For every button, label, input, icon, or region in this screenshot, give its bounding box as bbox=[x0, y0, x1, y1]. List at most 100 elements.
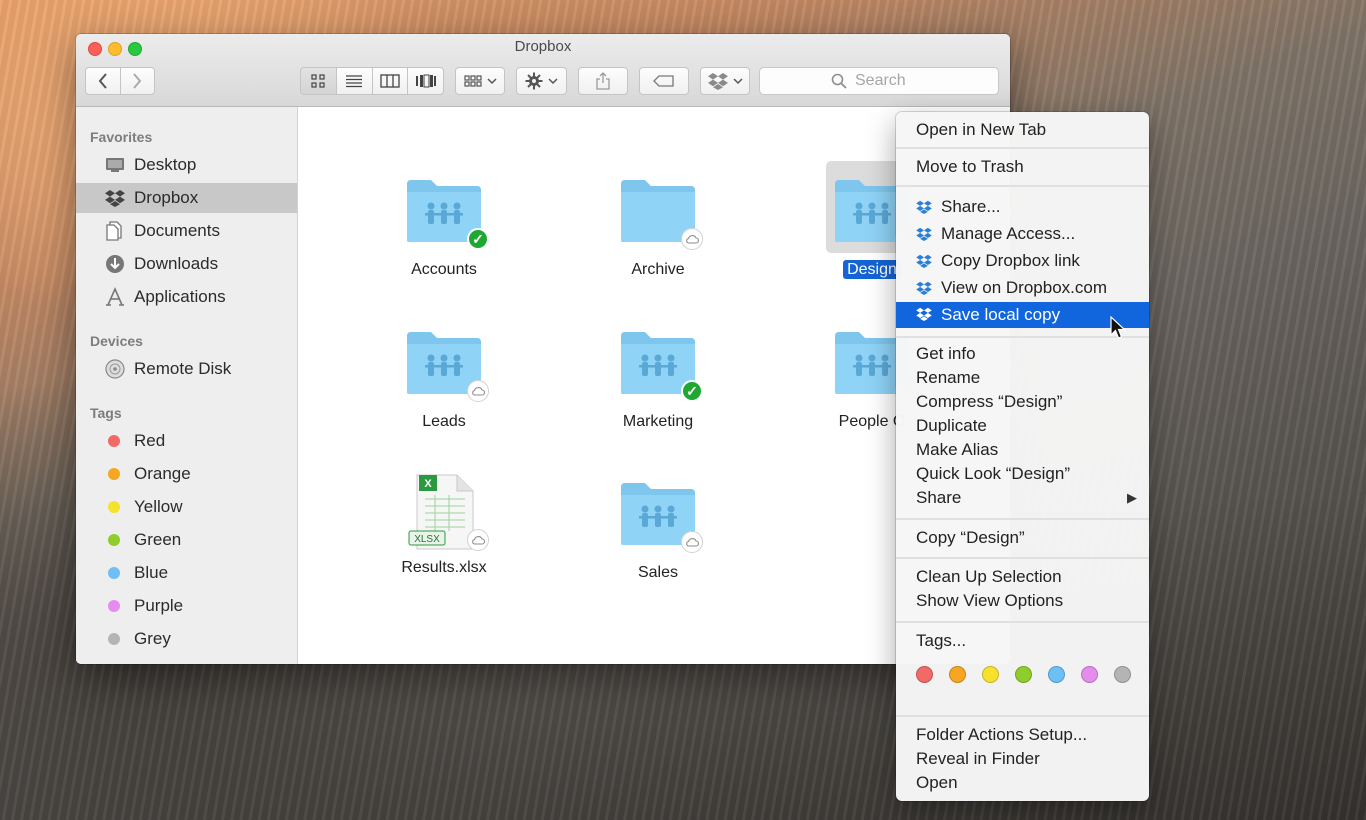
sidebar-tag-grey[interactable]: Grey bbox=[76, 624, 297, 654]
file-item-sales[interactable]: Sales bbox=[583, 481, 733, 582]
menu-move-to-trash[interactable]: Move to Trash bbox=[896, 155, 1149, 179]
sidebar-item-label: Dropbox bbox=[134, 188, 199, 207]
cover-flow-view-button[interactable] bbox=[408, 68, 443, 94]
tag-dot bbox=[108, 567, 120, 579]
cloud-icon bbox=[681, 228, 703, 250]
menu-tag-red[interactable] bbox=[916, 666, 933, 683]
sidebar-item-dropbox[interactable]: Dropbox bbox=[76, 183, 297, 213]
menu-get-info[interactable]: Get info bbox=[896, 342, 1149, 366]
menu-dropbox-share[interactable]: Share... bbox=[896, 195, 1149, 219]
sidebar-tag-red[interactable]: Red bbox=[76, 426, 297, 456]
file-name: Results.xlsx bbox=[401, 559, 487, 576]
dropbox-icon bbox=[916, 307, 932, 321]
shared-folder-icon: ✓ bbox=[619, 330, 703, 402]
sidebar-heading-favorites: Favorites bbox=[90, 129, 153, 145]
menu-copy[interactable]: Copy “Design” bbox=[896, 526, 1149, 550]
menu-tags[interactable]: Tags... bbox=[896, 629, 1149, 653]
menu-tag-orange[interactable] bbox=[949, 666, 966, 683]
tags-toolbar-button[interactable] bbox=[639, 67, 689, 95]
file-item-archive[interactable]: Archive bbox=[583, 178, 733, 279]
file-item-leads[interactable]: Leads bbox=[369, 330, 519, 431]
icon-view-button[interactable] bbox=[301, 68, 337, 94]
list-view-icon bbox=[346, 75, 363, 88]
dropbox-icon bbox=[104, 189, 126, 207]
menu-reveal-in-finder[interactable]: Reveal in Finder bbox=[896, 747, 1149, 771]
menu-quick-look[interactable]: Quick Look “Design” bbox=[896, 462, 1149, 486]
menu-clean-up-selection[interactable]: Clean Up Selection bbox=[896, 565, 1149, 589]
menu-tag-blue[interactable] bbox=[1048, 666, 1065, 683]
menu-dropbox-copy-link[interactable]: Copy Dropbox link bbox=[896, 249, 1149, 273]
column-view-icon bbox=[380, 74, 400, 88]
menu-duplicate[interactable]: Duplicate bbox=[896, 414, 1149, 438]
sidebar-item-label: Applications bbox=[134, 287, 226, 306]
back-button[interactable] bbox=[86, 68, 121, 94]
sidebar-tag-orange[interactable]: Orange bbox=[76, 459, 297, 489]
menu-tag-green[interactable] bbox=[1015, 666, 1032, 683]
arrange-button[interactable] bbox=[455, 67, 505, 95]
sidebar-item-label: Green bbox=[134, 530, 182, 549]
column-view-button[interactable] bbox=[373, 68, 409, 94]
navigation-buttons bbox=[85, 67, 155, 95]
sidebar-item-remote-disk[interactable]: Remote Disk bbox=[76, 354, 297, 384]
dropbox-icon bbox=[916, 227, 932, 241]
menu-share-submenu[interactable]: Share ▶ bbox=[896, 486, 1149, 510]
share-toolbar-button[interactable] bbox=[578, 67, 628, 95]
menu-item-label: Copy Dropbox link bbox=[941, 251, 1080, 270]
action-button[interactable] bbox=[516, 67, 567, 95]
menu-dropbox-manage-access[interactable]: Manage Access... bbox=[896, 222, 1149, 246]
forward-button[interactable] bbox=[121, 68, 155, 94]
menu-tag-yellow[interactable] bbox=[982, 666, 999, 683]
menu-dropbox-view-on-web[interactable]: View on Dropbox.com bbox=[896, 276, 1149, 300]
menu-make-alias[interactable]: Make Alias bbox=[896, 438, 1149, 462]
sidebar-item-desktop[interactable]: Desktop bbox=[76, 150, 297, 180]
sidebar-item-documents[interactable]: Documents bbox=[76, 216, 297, 246]
file-item-accounts[interactable]: ✓ Accounts bbox=[369, 178, 519, 279]
sidebar-item-label: Purple bbox=[134, 596, 184, 615]
menu-rename[interactable]: Rename bbox=[896, 366, 1149, 390]
dropbox-icon bbox=[707, 73, 728, 90]
list-view-button[interactable] bbox=[337, 68, 373, 94]
tag-icon bbox=[653, 75, 674, 87]
menu-open[interactable]: Open bbox=[896, 771, 1149, 795]
sidebar-tag-purple[interactable]: Purple bbox=[76, 591, 297, 621]
menu-folder-actions-setup[interactable]: Folder Actions Setup... bbox=[896, 723, 1149, 747]
sidebar-tag-green[interactable]: Green bbox=[76, 525, 297, 555]
chevron-down-icon bbox=[548, 78, 558, 85]
menu-compress[interactable]: Compress “Design” bbox=[896, 390, 1149, 414]
search-icon bbox=[831, 73, 847, 89]
sidebar-item-applications[interactable]: Applications bbox=[76, 282, 297, 312]
search-field[interactable] bbox=[759, 67, 999, 95]
chevron-down-icon bbox=[486, 78, 497, 85]
share-icon bbox=[596, 72, 610, 90]
mouse-pointer-icon bbox=[1110, 316, 1126, 339]
menu-tag-grey[interactable] bbox=[1114, 666, 1131, 683]
sidebar-item-downloads[interactable]: Downloads bbox=[76, 249, 297, 279]
sidebar-item-label: Orange bbox=[134, 464, 191, 483]
sidebar-heading-devices: Devices bbox=[90, 333, 143, 349]
file-name: Accounts bbox=[411, 261, 477, 278]
search-input[interactable] bbox=[853, 71, 927, 91]
sidebar-item-label: Desktop bbox=[134, 155, 197, 174]
menu-show-view-options[interactable]: Show View Options bbox=[896, 589, 1149, 613]
cloud-icon bbox=[467, 380, 489, 402]
synced-check-icon: ✓ bbox=[467, 228, 489, 250]
sidebar-tag-blue[interactable]: Blue bbox=[76, 558, 297, 588]
cover-flow-icon bbox=[415, 74, 436, 88]
sidebar: Favorites Desktop Dropbox Documents Down… bbox=[76, 107, 298, 664]
dropbox-toolbar-button[interactable] bbox=[700, 67, 750, 95]
menu-item-label: Share... bbox=[941, 197, 1001, 216]
documents-icon bbox=[104, 221, 126, 241]
menu-tag-purple[interactable] bbox=[1081, 666, 1098, 683]
file-item-marketing[interactable]: ✓ Marketing bbox=[583, 330, 733, 431]
file-name: Leads bbox=[422, 413, 466, 430]
file-item-results-xlsx[interactable]: X XLSX Results.xlsx bbox=[369, 473, 519, 577]
sidebar-item-label: Remote Disk bbox=[134, 359, 232, 378]
window-title: Dropbox bbox=[514, 38, 572, 55]
spreadsheet-file-icon: X XLSX bbox=[405, 473, 489, 553]
disk-icon bbox=[104, 359, 126, 379]
cloud-icon bbox=[681, 531, 703, 553]
xlsx-badge-label: XLSX bbox=[414, 534, 440, 545]
menu-open-in-new-tab[interactable]: Open in New Tab bbox=[896, 118, 1149, 142]
sidebar-item-label: Documents bbox=[134, 221, 220, 240]
sidebar-tag-yellow[interactable]: Yellow bbox=[76, 492, 297, 522]
